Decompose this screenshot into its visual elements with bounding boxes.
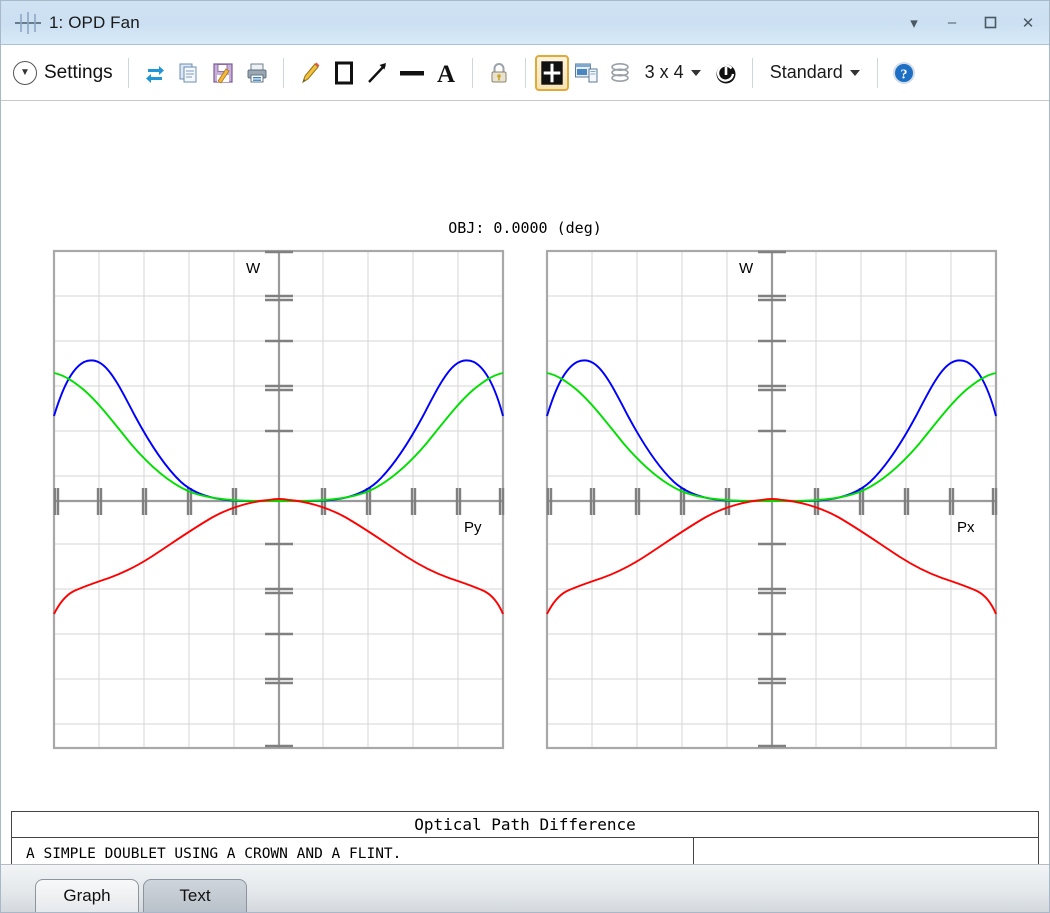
- lock-icon[interactable]: [482, 55, 516, 91]
- y-axis-label-px: W: [739, 260, 754, 277]
- opd-fan-px-panel: W Px: [547, 251, 996, 748]
- print-icon[interactable]: [240, 55, 274, 91]
- text-icon[interactable]: A: [429, 55, 463, 91]
- info-body: A SIMPLE DOUBLET USING A CROWN AND A FLI…: [12, 838, 1038, 864]
- opd-fan-window: 1: OPD Fan ▾ – ✕ ▼ Settings: [0, 0, 1050, 913]
- line-icon[interactable]: [395, 55, 429, 91]
- toolbar-divider: [128, 58, 129, 88]
- grid-icon[interactable]: [535, 55, 569, 91]
- toolbar-divider: [752, 58, 753, 88]
- minimize-button[interactable]: –: [941, 12, 963, 34]
- info-heading: Optical Path Difference: [12, 812, 1038, 838]
- grid-size-dropdown[interactable]: 3 x 4: [637, 56, 709, 90]
- window-title: 1: OPD Fan: [49, 13, 140, 33]
- info-description: A SIMPLE DOUBLET USING A CROWN AND A FLI…: [26, 846, 693, 864]
- tab-graph-label: Graph: [63, 886, 110, 906]
- toolbar: ▼ Settings: [1, 45, 1049, 101]
- arrow-icon[interactable]: [361, 55, 395, 91]
- maximize-button[interactable]: [979, 12, 1001, 34]
- chevron-down-icon: [691, 70, 701, 76]
- refresh-icon[interactable]: [138, 55, 172, 91]
- settings-label: Settings: [44, 62, 113, 84]
- copy-icon[interactable]: [172, 55, 206, 91]
- tab-text-label: Text: [179, 886, 210, 906]
- x-axis-label-py: Py: [464, 519, 482, 536]
- layers-icon[interactable]: [603, 55, 637, 91]
- svg-text:A: A: [437, 61, 455, 86]
- rectangle-icon[interactable]: [327, 55, 361, 91]
- toolbar-divider: [283, 58, 284, 88]
- opd-fan-icon: [13, 10, 43, 36]
- power-refresh-icon[interactable]: [709, 55, 743, 91]
- help-icon[interactable]: ?: [887, 55, 921, 91]
- title-bar: 1: OPD Fan ▾ – ✕: [1, 1, 1049, 45]
- window-icon[interactable]: [569, 55, 603, 91]
- toolbar-divider: [472, 58, 473, 88]
- window-menu-button[interactable]: ▾: [903, 12, 925, 34]
- settings-button[interactable]: ▼ Settings: [11, 53, 119, 93]
- opd-fan-py-panel: W Py: [54, 251, 503, 748]
- toolbar-divider: [877, 58, 878, 88]
- y-axis-label-py: W: [246, 260, 261, 277]
- save-icon[interactable]: [206, 55, 240, 91]
- tab-bar: Graph Text: [1, 864, 1049, 912]
- chevron-down-icon: [850, 70, 860, 76]
- chevron-down-icon: ▼: [13, 61, 37, 85]
- tab-text[interactable]: Text: [143, 879, 247, 912]
- tab-graph[interactable]: Graph: [35, 879, 139, 912]
- info-block: Optical Path Difference A SIMPLE DOUBLET…: [11, 811, 1039, 864]
- close-button[interactable]: ✕: [1017, 12, 1039, 34]
- pencil-icon[interactable]: [293, 55, 327, 91]
- info-right-panel: Doublet.ZMX Configuration 1 of 1: [694, 838, 1038, 864]
- x-axis-label-px: Px: [957, 519, 975, 536]
- style-dropdown[interactable]: Standard: [762, 56, 868, 90]
- window-controls: ▾ – ✕: [903, 1, 1039, 44]
- info-right-blank: [694, 838, 1038, 864]
- info-left-panel: A SIMPLE DOUBLET USING A CROWN AND A FLI…: [12, 838, 694, 864]
- opd-fan-plots: W Py: [1, 101, 1049, 864]
- grid-size-label: 3 x 4: [645, 62, 684, 83]
- style-label: Standard: [770, 62, 843, 83]
- toolbar-divider: [525, 58, 526, 88]
- graph-content: OBJ: 0.0000 (deg): [1, 101, 1049, 864]
- svg-text:?: ?: [900, 67, 907, 82]
